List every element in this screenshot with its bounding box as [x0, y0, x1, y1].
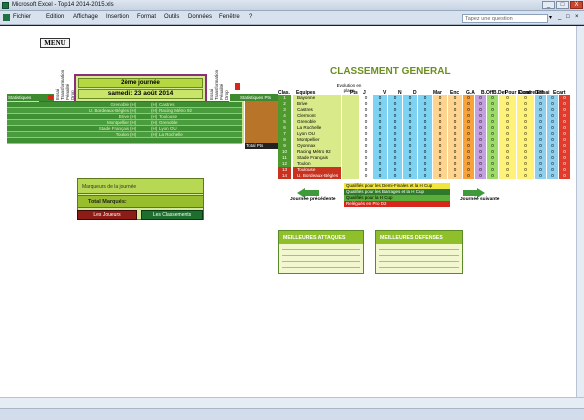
evolution-header: Evolution en place	[336, 83, 362, 93]
close-button[interactable]: X	[570, 1, 583, 9]
panel-divider	[379, 255, 459, 256]
journee-suivante-link[interactable]: Journée suivante	[460, 197, 499, 202]
right-stats-marker-icon	[235, 83, 240, 90]
les-classements-button[interactable]: Les Classements	[141, 210, 203, 220]
meilleures-defenses-panel: MEILLEURES DEFENSES	[375, 230, 463, 274]
workbook-icon[interactable]	[3, 14, 10, 21]
menu-insertion[interactable]: Insertion	[106, 14, 129, 20]
stat-cell: 0	[448, 173, 463, 179]
team-name: U. Bordeaux-Bègles	[293, 173, 342, 179]
menu-affichage[interactable]: Affichage	[73, 14, 98, 20]
panel-divider	[379, 267, 459, 268]
stat-cell: 0	[418, 173, 433, 179]
les-joueurs-button[interactable]: Les Joueurs	[77, 210, 137, 220]
mdi-minimize-button[interactable]: _	[558, 14, 561, 20]
worksheet[interactable]: MENU Statistiques Essai Transformation P…	[0, 26, 584, 408]
stat-cell: 0	[487, 173, 499, 179]
menu-format[interactable]: Format	[137, 14, 156, 20]
stat-cell: 0	[360, 173, 373, 179]
legend-relegues: Relégués en Pro D2	[344, 201, 450, 207]
right-label-drop: Drop	[224, 90, 229, 100]
marqueurs-title: Marqueurs de la journée	[77, 178, 204, 194]
panel-divider	[282, 261, 360, 262]
menu-outils[interactable]: Outils	[164, 14, 179, 20]
meilleures-defenses-title: MEILLEURES DEFENSES	[376, 231, 462, 244]
ranking-row: 14 U. Bordeaux-Bègles 0 0 0 0 0 0 0 0 0 0 0 0 0 0 0	[278, 173, 576, 179]
help-search-input[interactable]: Tapez une question	[462, 14, 548, 23]
menu-fichier[interactable]: Fichier	[13, 14, 31, 20]
panel-divider	[379, 249, 459, 250]
evolution-cell	[342, 173, 360, 179]
stat-cell: 0	[499, 173, 517, 179]
stat-cell: 0	[373, 173, 388, 179]
panel-divider	[282, 267, 360, 268]
menu-edition[interactable]: Edition	[46, 14, 64, 20]
stat-cell: 0	[535, 173, 547, 179]
stat-cell: 0	[433, 173, 448, 179]
previous-arrow-body[interactable]	[305, 190, 319, 196]
left-stats-label: Statistiques	[8, 95, 32, 100]
stat-cell: 0	[559, 173, 571, 179]
meilleures-attaques-panel: MEILLEURES ATTAQUES	[278, 230, 364, 274]
status-bar	[0, 408, 584, 420]
stat-cell: 0	[388, 173, 403, 179]
stat-cell: 0	[547, 173, 559, 179]
panel-divider	[282, 249, 360, 250]
stat-cell: 0	[517, 173, 535, 179]
help-dropdown-icon[interactable]: ▾	[549, 14, 552, 21]
journee-date: samedi: 23 août 2014	[78, 89, 203, 99]
sheet-tabs-bar[interactable]	[0, 397, 584, 408]
menu-bar: Fichier Edition Affichage Insertion Form…	[0, 11, 584, 25]
panel-divider	[282, 255, 360, 256]
excel-app-icon	[2, 2, 9, 9]
maximize-button[interactable]: □	[556, 1, 569, 9]
vertical-scrollbar[interactable]	[576, 26, 584, 397]
right-stats-label: Statistiques Pts	[240, 95, 272, 100]
next-arrow-body[interactable]	[463, 190, 477, 196]
total-points-column	[245, 101, 278, 143]
menu-fenetre[interactable]: Fenêtre	[219, 14, 240, 20]
stat-cell: 0	[403, 173, 418, 179]
total-points-label: Total Pts	[245, 143, 278, 149]
left-stats-marker-icon	[48, 95, 53, 100]
stat-cell: 0	[463, 173, 475, 179]
right-stats-header: Statistiques Pts	[230, 94, 278, 101]
mdi-close-button[interactable]: ×	[575, 14, 579, 20]
menu-donnees[interactable]: Données	[188, 14, 212, 20]
window-title: Microsoft Excel - Top14 2014-2015.xls	[12, 2, 114, 8]
menu-help[interactable]: ?	[249, 14, 252, 20]
rank-number: 14	[278, 173, 292, 179]
minimize-button[interactable]: _	[542, 1, 555, 9]
classement-title: CLASSEMENT GENERAL	[330, 66, 451, 77]
journee-precedente-link[interactable]: Journée précédente	[290, 197, 336, 202]
left-stats-header: Statistiques	[7, 94, 54, 101]
panel-divider	[379, 261, 459, 262]
stat-cell: 0	[475, 173, 487, 179]
mdi-restore-button[interactable]: □	[566, 14, 570, 20]
menu-button[interactable]: MENU	[40, 38, 70, 48]
match-row	[7, 138, 242, 144]
meilleures-attaques-title: MEILLEURES ATTAQUES	[279, 231, 363, 244]
total-marques-label: Total Marqués:	[77, 195, 204, 208]
journee-title: 2ème journée	[78, 78, 203, 88]
title-bar: Microsoft Excel - Top14 2014-2015.xls _ …	[0, 0, 584, 11]
